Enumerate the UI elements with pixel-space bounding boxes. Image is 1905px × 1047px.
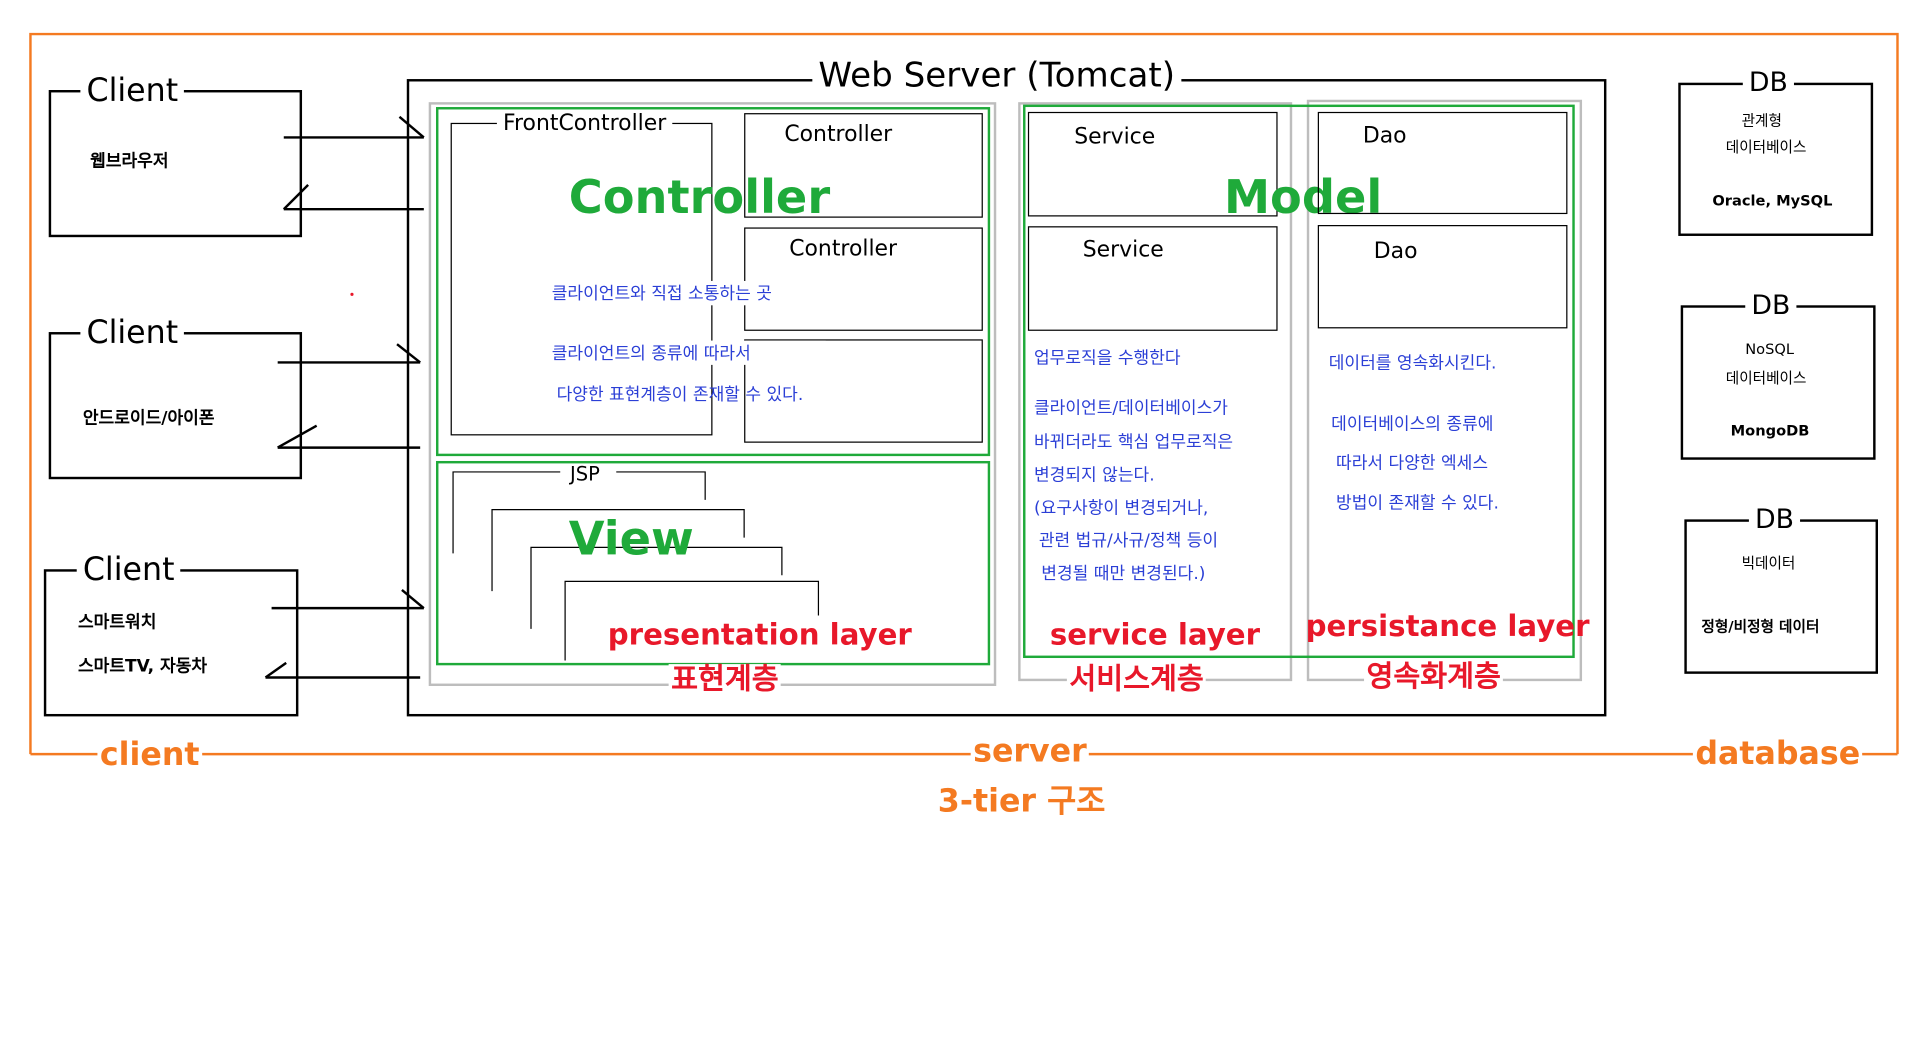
jsp-label: JSP: [569, 462, 600, 486]
db-desc: 데이터베이스: [1725, 138, 1807, 156]
service-label: Service: [1074, 124, 1156, 150]
db-box-bigdata: [1684, 519, 1879, 674]
service-layer-ko: 서비스계층: [1066, 664, 1207, 693]
db-title: DB: [1742, 70, 1795, 98]
service-desc: 업무로직을 수행한다: [1033, 349, 1181, 369]
controller-label: Controller: [784, 121, 893, 148]
controller-big-label: Controller: [568, 170, 831, 224]
service-label: Service: [1082, 237, 1164, 263]
db-example: Oracle, MySQL: [1712, 192, 1833, 210]
client-desc: 스마트TV, 자동차: [77, 656, 208, 677]
dao-box: [1317, 225, 1568, 329]
service-layer-label: service layer: [1049, 617, 1261, 652]
presentation-layer-label: presentation layer: [607, 617, 912, 652]
db-desc: NoSQL: [1745, 340, 1795, 358]
service-desc: 바뀌더라도 핵심 업무로직은: [1033, 433, 1234, 453]
db-desc: 관계형: [1741, 111, 1782, 129]
controller-label: Controller: [789, 235, 898, 262]
service-desc: 변경되지 않는다.: [1033, 465, 1155, 486]
service-desc: 변경될 때만 변경된다.): [1041, 564, 1206, 584]
service-desc: 관련 법규/사규/정책 등이: [1038, 531, 1219, 551]
db-desc: 데이터베이스: [1725, 369, 1807, 387]
service-desc: (요구사항이 변경되거나,: [1033, 498, 1209, 519]
client-box-device: [43, 569, 299, 717]
tier-label-client: client: [97, 739, 202, 771]
controller-desc: 클라이언트의 종류에 따라서: [551, 340, 827, 365]
db-example: 정형/비정형 데이터: [1701, 617, 1820, 635]
service-desc: 클라이언트/데이터베이스가: [1033, 398, 1228, 419]
dao-box: [1317, 111, 1568, 215]
db-example: MongoDB: [1730, 422, 1810, 440]
persistence-desc: 따라서 다양한 엑세스: [1336, 453, 1489, 474]
client-title: Client: [80, 75, 185, 108]
db-title: DB: [1748, 507, 1801, 534]
view-big-label: View: [568, 512, 694, 566]
web-server-title: Web Server (Tomcat): [812, 58, 1182, 93]
front-controller-label: FrontController: [496, 113, 673, 136]
controller-desc: 클라이언트와 직접 소통하는 곳: [551, 280, 772, 306]
dao-label: Dao: [1362, 122, 1407, 149]
persistence-layer-ko: 영속화계층: [1364, 661, 1504, 691]
controller-desc: 다양한 표현계층이 존재할 수 있다.: [556, 385, 804, 406]
tier-label-database: database: [1692, 738, 1863, 770]
client-desc: 웹브라우저: [90, 152, 169, 172]
dao-label: Dao: [1373, 238, 1418, 264]
diagram-caption: 3-tier 구조: [935, 786, 1108, 818]
tier-label-server: server: [970, 735, 1090, 768]
client-box-browser: [48, 90, 303, 238]
client-title: Client: [80, 317, 185, 350]
presentation-layer-ko: 표현계층: [668, 664, 782, 693]
client-desc: 스마트워치: [77, 613, 157, 633]
db-title: DB: [1745, 293, 1797, 320]
persistence-desc: 데이터를 영속화시킨다.: [1328, 353, 1497, 374]
db-desc: 빅데이터: [1741, 554, 1796, 572]
client-desc: 안드로이드/아이폰: [82, 408, 215, 429]
db-box-relational: [1678, 82, 1874, 236]
persistence-layer-label: persistance layer: [1305, 609, 1590, 644]
persistence-desc: 방법이 존재할 수 있다.: [1336, 493, 1499, 514]
client-title: Client: [76, 554, 181, 587]
persistence-desc: 데이터베이스의 종류에: [1331, 414, 1494, 435]
